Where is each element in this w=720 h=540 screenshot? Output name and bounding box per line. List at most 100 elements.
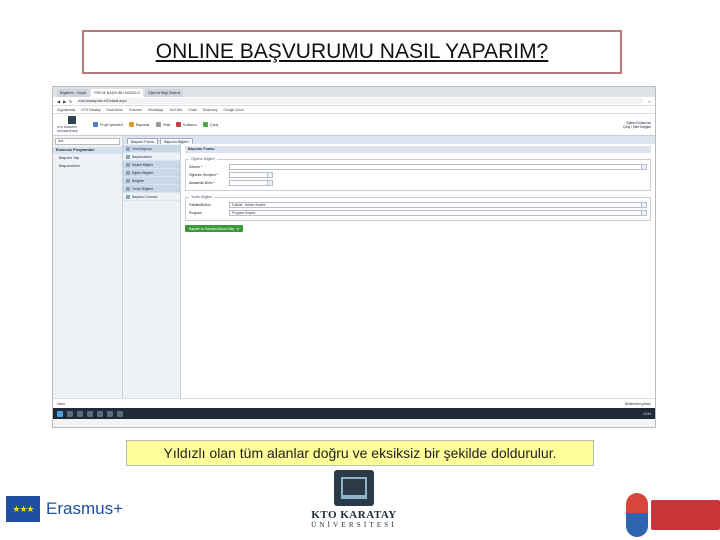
bookmark[interactable]: WhatsApp <box>148 108 163 112</box>
unit-select[interactable] <box>229 179 273 186</box>
bookmark[interactable]: Excel Anne <box>107 108 124 112</box>
star-icon[interactable]: ☆ <box>647 99 651 104</box>
fieldset-legend: Öğrenci Bilgileri <box>191 157 215 161</box>
submenu-label: Yeni Başvuru <box>132 146 152 151</box>
page-icon <box>126 170 130 175</box>
bookmark[interactable]: Gmail <box>188 108 197 112</box>
slide: ONLINE BAŞVURUMU NASIL YAPARIM? Bilgiler… <box>0 0 720 540</box>
search-icon[interactable] <box>67 410 73 417</box>
form-row: Akademik Birim * <box>189 179 647 186</box>
field-label: Dönem * <box>189 164 203 169</box>
address-bar[interactable]: eos.karatay.edu.tr/Default.aspx <box>75 98 645 104</box>
app-logo: KTO KARATAY ÜNİVERSİTESİ <box>57 116 87 134</box>
field-value: Program Seçiniz <box>232 210 256 215</box>
kto-emblem-icon <box>334 470 374 506</box>
term-select[interactable] <box>229 163 647 170</box>
folder-icon[interactable] <box>77 410 83 417</box>
kto-logo-name: KTO KARATAY <box>311 509 397 521</box>
browser-tab-active[interactable]: PROJE BAŞVURU MODÜLÜ <box>91 89 143 97</box>
field-value: Fakülte - Bölüm Seçiniz <box>232 202 266 207</box>
page-icon <box>126 146 130 151</box>
user-actions[interactable]: Çıkış / Şifre Değiştir <box>623 125 651 129</box>
toolbar-item[interactable]: Çıkış <box>203 122 218 127</box>
user-info: Eğitim Kullanıcısı Çıkış / Şifre Değişti… <box>623 121 651 129</box>
bookmark[interactable]: Erasmus <box>129 108 142 112</box>
back-icon[interactable]: ◀ <box>57 99 60 104</box>
program-select[interactable]: Program Seçiniz <box>229 209 647 216</box>
chevron-down-icon <box>267 180 272 185</box>
form-header: Başvuru Formu <box>185 146 651 153</box>
toolbar-item[interactable]: Kullanıcı <box>176 122 197 127</box>
toolbar-label: Çıkış <box>210 122 219 127</box>
submenu-item[interactable]: Belgeler <box>123 177 180 185</box>
windows-start-icon[interactable] <box>57 410 63 417</box>
word-icon[interactable] <box>107 410 113 417</box>
fieldset-student: Öğrenci Bilgileri Dönem * Öğrenim Seviye… <box>185 157 651 191</box>
app-header: KTO KARATAY ÜNİVERSİTESİ Proje İşlemleri… <box>53 114 655 136</box>
submenu-item[interactable]: Tercih Bilgileri <box>123 185 180 193</box>
status-right[interactable]: Bildirimleri göster <box>625 402 651 406</box>
fieldset-legend: Tercih Bilgileri <box>191 195 212 199</box>
chevron-down-icon <box>267 172 272 177</box>
submenu-item[interactable]: Yeni Başvuru <box>123 145 180 153</box>
bookmark[interactable]: Uygulamalar <box>57 108 76 112</box>
forward-icon[interactable]: ▶ <box>63 99 66 104</box>
save-next-button[interactable]: Kaydet ve Sonraki Adıma Geç ➜ <box>185 225 244 232</box>
toolbar-label: Proje İşlemleri <box>100 122 123 127</box>
page-icon <box>126 186 130 191</box>
page-icon <box>126 162 130 167</box>
toolbar-item[interactable]: Proje İşlemleri <box>93 122 123 127</box>
bookmark[interactable]: Dictionary <box>203 108 218 112</box>
erasmus-logo: ★★★ Erasmus+ <box>6 496 123 522</box>
toolbar-item[interactable]: Raporlar <box>128 122 150 127</box>
submenu-item[interactable]: Başvuru Durumu <box>123 193 180 201</box>
submenu-label: Tercih Bilgileri <box>132 186 153 191</box>
chrome-icon[interactable] <box>117 410 123 417</box>
submenu-label: Başvurularım <box>132 154 152 159</box>
slide-title-box: ONLINE BAŞVURUMU NASIL YAPARIM? <box>82 30 622 74</box>
toolbar-item[interactable]: Yetki <box>155 122 170 127</box>
field-label: Fakülte/Bölüm <box>189 202 211 207</box>
arrow-right-icon: ➜ <box>236 226 240 231</box>
level-select[interactable] <box>229 171 273 178</box>
field-label: Öğrenim Seviyesi * <box>189 172 218 177</box>
faculty-select[interactable]: Fakülte - Bölüm Seçiniz <box>229 201 647 208</box>
national-agency-logo <box>626 490 720 540</box>
page-icon <box>126 178 130 183</box>
field-label: Program <box>189 210 203 215</box>
eu-flag-icon: ★★★ <box>6 496 40 522</box>
content-area: Başvuru Formu Başvuru Bilgileri Yeni Baş… <box>123 136 655 398</box>
bookmark[interactable]: KTO Karatay <box>82 108 101 112</box>
submenu-item[interactable]: Eğitim Bilgileri <box>123 169 180 177</box>
toolbar-label: Kullanıcı <box>183 122 198 127</box>
toolbar-label: Raporlar <box>135 122 150 127</box>
app-logo-text: KTO KARATAY ÜNİVERSİTESİ <box>57 125 78 133</box>
toolbar-icon <box>128 122 134 127</box>
application-form: Başvuru Formu Öğrenci Bilgileri Dönem * … <box>181 144 655 398</box>
submenu-label: Başvuru Durumu <box>132 194 158 199</box>
bookmark[interactable]: Google Çeviri <box>224 108 244 112</box>
browser-icon[interactable] <box>87 410 93 417</box>
nav-search-input[interactable]: Ara <box>55 138 120 145</box>
page-icon <box>126 194 130 199</box>
slide-title: ONLINE BAŞVURUMU NASIL YAPARIM? <box>155 40 549 63</box>
reload-icon[interactable]: ↻ <box>69 99 72 104</box>
taskbar-clock: 10:54 <box>643 411 651 416</box>
nav-group-header[interactable]: Erasmus Programları <box>53 147 122 154</box>
agency-emblem-icon <box>626 493 648 537</box>
browser-tab[interactable]: Öğrenci Bilgi Sistemi <box>144 89 184 97</box>
form-row: Fakülte/Bölüm Fakülte - Bölüm Seçiniz <box>189 201 647 208</box>
toolbar-icon <box>155 122 161 127</box>
slide-caption: Yıldızlı olan tüm alanlar doğru ve eksik… <box>163 445 557 461</box>
user-name: Eğitim Kullanıcısı <box>626 120 651 125</box>
kto-logo-sub: ÜNİVERSİTESİ <box>311 521 397 529</box>
nav-item[interactable]: Başvuru Yap <box>53 154 122 162</box>
submenu-item[interactable]: Başvurularım <box>123 153 180 161</box>
agency-logo-plate <box>651 500 720 530</box>
os-taskbar: 10:54 <box>53 408 655 419</box>
browser-tab[interactable]: Bilgilerim - Sayfa <box>57 89 90 97</box>
submenu-item[interactable]: Kişisel Bilgiler <box>123 161 180 169</box>
bookmark[interactable]: YouTube <box>169 108 182 112</box>
mail-icon[interactable] <box>97 410 103 417</box>
nav-item[interactable]: Başvurularım <box>53 162 122 170</box>
